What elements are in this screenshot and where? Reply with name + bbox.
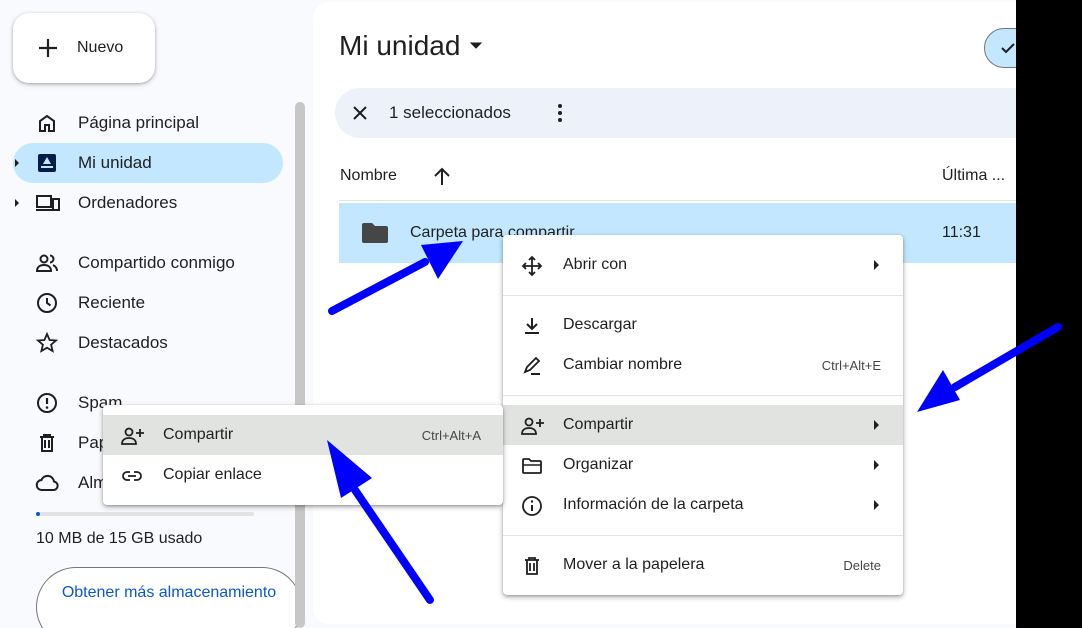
shared-icon: [35, 251, 59, 275]
menu-item-organize[interactable]: Organizar: [503, 445, 903, 485]
link-icon: [121, 465, 143, 487]
menu-divider: [503, 295, 903, 296]
organize-icon: [521, 455, 543, 477]
menu-item-label: Información de la carpeta: [563, 496, 744, 513]
selection-count: 1 seleccionados: [389, 103, 511, 122]
spam-icon: [35, 391, 59, 415]
page-title-text: Mi unidad: [339, 30, 461, 61]
new-button[interactable]: Nuevo: [13, 13, 155, 83]
rename-icon: [521, 355, 543, 377]
check-icon: [999, 39, 1017, 57]
star-icon: [35, 331, 59, 355]
sidebar-item-home[interactable]: Página principal: [13, 103, 283, 143]
sidebar-item-label: Destacados: [78, 333, 168, 352]
selection-bar: 1 seleccionados: [335, 88, 1055, 138]
folder-icon: [361, 222, 389, 244]
submenu-arrow-icon: [871, 499, 881, 511]
menu-item-label: Compartir: [163, 426, 234, 443]
storage-bar: [36, 512, 254, 516]
sidebar-item-computers[interactable]: Ordenadores: [13, 183, 283, 223]
sidebar-item-my-drive[interactable]: Mi unidad: [13, 143, 283, 183]
submenu-item-copy-link[interactable]: Copiar enlace: [103, 455, 503, 495]
row-modified: 11:31: [942, 224, 981, 241]
sidebar-item-label: Mi unidad: [78, 153, 152, 172]
share-submenu: Compartir Ctrl+Alt+A Copiar enlace: [103, 405, 503, 505]
menu-item-label: Abrir con: [563, 256, 628, 273]
menu-item-info[interactable]: Información de la carpeta: [503, 485, 903, 525]
expand-caret-icon[interactable]: [13, 159, 21, 167]
menu-item-open-with[interactable]: Abrir con: [503, 245, 903, 285]
submenu-arrow-icon: [871, 419, 881, 431]
menu-item-label: Mover a la papelera: [563, 556, 705, 573]
submenu-arrow-icon: [871, 259, 881, 271]
info-icon: [521, 495, 543, 517]
menu-item-shortcut: Ctrl+Alt+E: [821, 358, 881, 373]
menu-divider: [503, 535, 903, 536]
menu-divider: [503, 395, 903, 396]
column-header-modified[interactable]: Última ...: [942, 167, 1005, 185]
column-header-name[interactable]: Nombre: [340, 167, 397, 185]
menu-item-label: Copiar enlace: [163, 466, 262, 483]
menu-item-label: Cambiar nombre: [563, 356, 683, 373]
cropped-edge: [1016, 0, 1082, 628]
menu-item-move-to-trash[interactable]: Mover a la papelera Delete: [503, 545, 903, 585]
sidebar-scrollbar[interactable]: [295, 102, 305, 628]
menu-item-download[interactable]: Descargar: [503, 305, 903, 345]
page-title[interactable]: Mi unidad: [339, 30, 483, 62]
submenu-item-share[interactable]: Compartir Ctrl+Alt+A: [103, 415, 503, 455]
expand-caret-icon[interactable]: [13, 199, 21, 207]
menu-item-label: Compartir: [563, 416, 634, 433]
sidebar-item-label: Página principal: [78, 113, 199, 132]
sidebar-item-label: Reciente: [78, 293, 146, 312]
storage-text: 10 MB de 15 GB usado: [36, 530, 203, 547]
menu-item-share[interactable]: Compartir: [503, 405, 903, 445]
get-storage-button[interactable]: Obtener más almacenamiento: [36, 567, 302, 628]
menu-item-label: Descargar: [563, 316, 637, 333]
menu-item-shortcut: Delete: [843, 558, 881, 573]
chevron-down-icon: [470, 42, 483, 50]
menu-item-shortcut: Ctrl+Alt+A: [421, 428, 481, 443]
sidebar-item-shared[interactable]: Compartido conmigo: [13, 243, 283, 283]
trash-icon: [35, 431, 59, 455]
submenu-arrow-icon: [871, 459, 881, 471]
context-menu: Abrir con Descargar Cambiar nombre Ctrl+…: [503, 235, 903, 595]
sidebar-item-recent[interactable]: Reciente: [13, 283, 283, 323]
sidebar-item-label: Ordenadores: [78, 193, 178, 212]
share-icon: [121, 425, 145, 447]
home-icon: [35, 111, 59, 135]
sidebar-item-label: Compartido conmigo: [78, 253, 235, 272]
cloud-icon: [35, 471, 59, 495]
download-icon: [521, 315, 543, 337]
trash-icon: [521, 555, 543, 577]
clock-icon: [35, 291, 59, 315]
share-icon: [521, 415, 545, 437]
arrow-up-icon[interactable]: [431, 166, 453, 188]
close-icon[interactable]: [349, 102, 371, 124]
menu-item-rename[interactable]: Cambiar nombre Ctrl+Alt+E: [503, 345, 903, 385]
menu-item-label: Organizar: [563, 456, 634, 473]
plus-icon: [37, 37, 59, 59]
more-vert-icon[interactable]: [549, 102, 571, 124]
drive-icon: [35, 151, 59, 175]
storage-bar-fill: [36, 512, 40, 516]
divider: [339, 200, 1059, 201]
sidebar-item-starred[interactable]: Destacados: [13, 323, 283, 363]
open-with-icon: [521, 255, 543, 277]
new-button-label: Nuevo: [77, 39, 124, 56]
computers-icon: [35, 191, 60, 215]
